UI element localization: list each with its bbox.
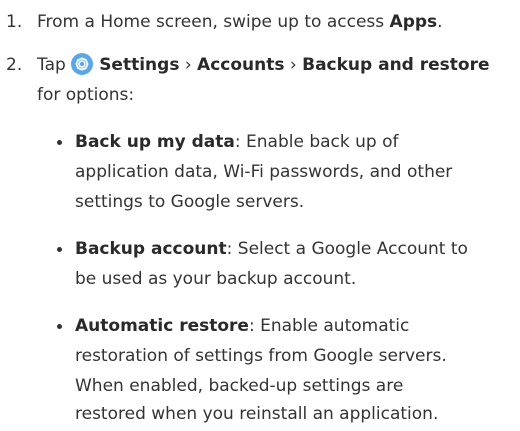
bullet-line: settings to Google servers. — [75, 192, 305, 212]
bullet-icon — [57, 247, 62, 252]
bullet-line: : Enable automatic — [248, 316, 410, 336]
step-text: Tap Settings › Accounts › Backup and res… — [37, 50, 517, 80]
bullet-line: application data, Wi-Fi passwords, and o… — [75, 162, 453, 182]
bullet-text: Backup account: Select a Google Account … — [75, 234, 515, 264]
step-text-lead: From a Home screen, swipe up to access — [37, 12, 390, 32]
bullet-line: When enabled, backed-up settings are — [75, 376, 404, 396]
bullet-title: Automatic restore — [75, 316, 249, 336]
settings-label: Settings — [99, 55, 180, 75]
instructions-document: 1. From a Home screen, swipe up to acces… — [0, 0, 520, 431]
settings-gear-icon — [71, 53, 94, 75]
bullet-icon — [57, 140, 62, 145]
step-text: From a Home screen, swipe up to access A… — [37, 7, 517, 37]
step-text-end: . — [437, 12, 443, 32]
bullet-title: Backup account — [75, 239, 227, 259]
bullet-line: be used as your backup account. — [75, 269, 357, 289]
bullet-line: restoration of settings from Google serv… — [75, 346, 447, 366]
step-number: 1. — [6, 12, 23, 32]
backup-restore-label: Backup and restore — [302, 55, 490, 75]
path-separator: › — [284, 55, 303, 75]
bullet-title: Back up my data — [75, 132, 235, 152]
bullet-text: Automatic restore: Enable automatic — [75, 311, 515, 341]
step-text-continuation: for options: — [37, 85, 135, 105]
bullet-line: : Enable back up of — [234, 132, 399, 152]
bullet-text: Back up my data: Enable back up of — [75, 127, 515, 157]
bullet-line: restored when you reinstall an applicati… — [75, 404, 439, 424]
accounts-label: Accounts — [197, 55, 285, 75]
path-separator: › — [179, 55, 198, 75]
tap-label: Tap — [37, 55, 72, 75]
bullet-line: : Select a Google Account to — [226, 239, 468, 259]
step-number: 2. — [6, 55, 23, 75]
apps-label: Apps — [389, 12, 438, 32]
bullet-icon — [57, 324, 62, 329]
